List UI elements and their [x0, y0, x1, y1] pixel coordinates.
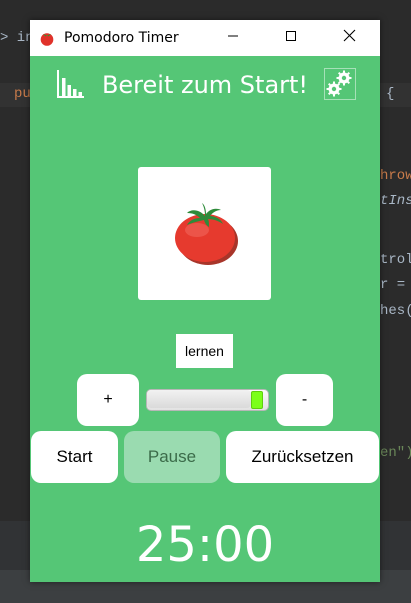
ide-code-fragment: hes(: [380, 303, 411, 319]
ide-code-fragment: hrow: [380, 168, 411, 184]
slider-fill: [147, 390, 251, 408]
ide-code-fragment: tIns: [380, 193, 411, 209]
close-button[interactable]: [320, 20, 378, 56]
duration-slider[interactable]: [144, 387, 271, 412]
mode-label: lernen: [176, 334, 233, 368]
bar-chart-icon: [54, 70, 86, 104]
ide-code-fragment: trol: [380, 252, 411, 268]
pause-button[interactable]: Pause: [124, 431, 220, 483]
close-icon: [343, 29, 356, 47]
ide-code-fragment: {: [386, 86, 395, 102]
timer-display: 25:00: [135, 517, 275, 573]
minimize-icon: [227, 29, 239, 47]
increase-button[interactable]: +: [77, 374, 139, 426]
start-button[interactable]: Start: [31, 431, 118, 483]
ide-code-fragment: en"): [380, 445, 411, 461]
tomato-app-icon: [39, 30, 55, 46]
ide-code-fragment: pu: [14, 86, 31, 102]
reset-button[interactable]: Zurücksetzen: [226, 431, 379, 483]
minimize-button[interactable]: [204, 20, 262, 56]
title-bar[interactable]: Pomodoro Timer: [30, 20, 380, 56]
decrease-button[interactable]: -: [276, 374, 333, 426]
pomodoro-window: Pomodoro Timer Bereit zum Start! lernen …: [30, 20, 380, 582]
status-text: Bereit zum Start!: [101, 71, 309, 99]
settings-button[interactable]: [324, 68, 356, 100]
tomato-icon: [169, 195, 241, 272]
maximize-button[interactable]: [262, 20, 320, 56]
ide-code-fragment: r =: [380, 277, 406, 293]
statistics-button[interactable]: [54, 68, 86, 100]
gears-icon: [324, 68, 356, 104]
tomato-image: [138, 167, 271, 300]
maximize-icon: [285, 29, 297, 47]
window-title: Pomodoro Timer: [64, 30, 179, 46]
ide-code-fragment: > in: [0, 30, 34, 46]
slider-thumb[interactable]: [250, 391, 263, 409]
